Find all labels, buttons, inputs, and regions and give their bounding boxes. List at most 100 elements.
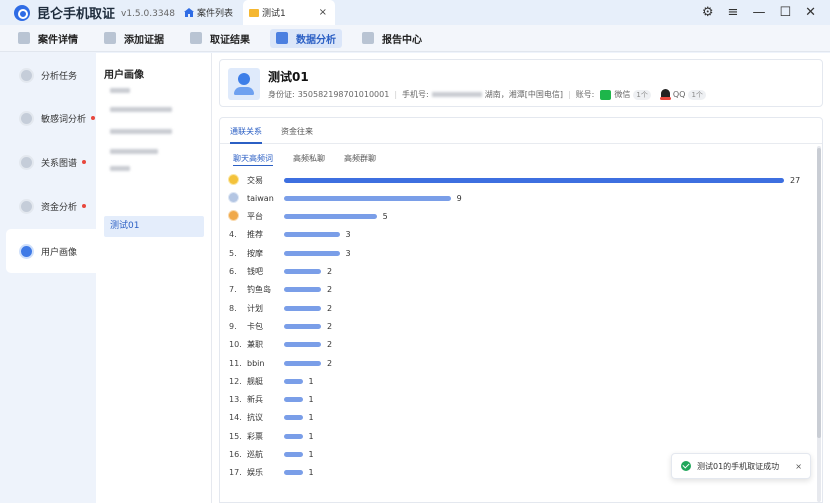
data-analysis-label: 数据分析 — [296, 34, 336, 46]
frequency-value: 27 — [790, 175, 801, 185]
settings-icon[interactable]: ⚙ — [702, 5, 714, 20]
frequency-bar — [284, 397, 303, 403]
notification-dot — [91, 116, 96, 120]
rank-number: 7. — [229, 285, 237, 295]
frequency-value: 1 — [308, 413, 314, 423]
frequency-bar — [284, 269, 322, 274]
word-label: 卡包 — [247, 321, 263, 331]
id-value: 350582198701010001 — [297, 90, 390, 99]
redacted-user[interactable] — [110, 107, 172, 112]
app-name: 昆仑手机取证 — [37, 7, 116, 22]
word-row: 11. bbin 2 — [229, 356, 332, 370]
rank-number: 13. — [229, 395, 242, 405]
maximize-icon[interactable]: ☐ — [779, 5, 791, 20]
word-label: 钱吧 — [247, 267, 263, 276]
wechat-account-badge[interactable]: 微信 1个 — [600, 89, 651, 100]
data-analysis-icon — [276, 32, 288, 44]
qq-icon — [659, 89, 671, 100]
notification-dot — [82, 204, 87, 208]
word-row: 13. 新兵 1 — [229, 393, 314, 407]
tab-close-icon[interactable]: × — [319, 7, 327, 18]
rank-medal — [229, 174, 247, 186]
user-list-item-selected[interactable]: 测试01 — [104, 216, 204, 237]
phone-label: 手机号: — [402, 90, 429, 99]
frequency-bar — [284, 305, 322, 311]
active-subtab-indicator — [233, 165, 273, 166]
phone-location: 湖南，湘潭[中国电信] — [484, 90, 563, 99]
redacted-user[interactable] — [110, 149, 158, 154]
rank-number: 17. — [229, 468, 242, 478]
menu-icon[interactable]: ≡ — [728, 5, 739, 20]
rank-medal — [229, 211, 247, 222]
frequency-bar — [284, 360, 322, 366]
task-icon — [19, 67, 34, 83]
frequency-value: 1 — [308, 431, 314, 441]
word-label: 新兵 — [247, 395, 263, 405]
frequency-bar — [284, 195, 451, 201]
word-label: 抗议 — [247, 413, 263, 423]
word-label: taiwan — [247, 193, 274, 203]
sidebar-item-label: 分析任务 — [41, 71, 78, 82]
data-analysis-button[interactable]: 数据分析 — [270, 28, 342, 48]
case-detail-button[interactable]: 案件详情 — [12, 29, 84, 48]
tab-fund-flow[interactable]: 资金往来 — [281, 126, 313, 137]
frequency-value: 1 — [308, 450, 314, 459]
fund-analysis-icon — [19, 198, 34, 214]
sidebar-item-user-profile[interactable]: 用户画像 — [6, 229, 96, 273]
minimize-icon[interactable]: — — [752, 5, 765, 20]
rank-number: 4. — [229, 230, 237, 240]
add-evidence-label: 添加证据 — [124, 34, 164, 46]
redacted-user[interactable] — [110, 88, 130, 93]
rank-number: 14. — [229, 413, 242, 423]
word-label: 兼职 — [247, 340, 263, 350]
sidebar-item-fund-analysis[interactable]: 资金分析 — [6, 184, 96, 228]
subtab-chat-words[interactable]: 聊天高频词 — [233, 153, 273, 164]
report-center-label: 报告中心 — [382, 34, 422, 46]
sidebar-item-analysis-task[interactable]: 分析任务 — [6, 53, 96, 97]
close-icon[interactable]: ✕ — [805, 5, 816, 20]
word-row: 16. 巡航 1 — [229, 448, 314, 462]
tab-contact-relation[interactable]: 通联关系 — [230, 126, 262, 137]
word-label: 推荐 — [247, 230, 263, 240]
user-profile-icon — [19, 243, 34, 259]
sidebar-item-label: 敏感词分析 — [41, 114, 87, 125]
toast-message: 测试01的手机取证成功 — [697, 461, 780, 471]
sidebar-item-relation-graph[interactable]: 关系图谱 — [6, 140, 96, 184]
forensic-result-button[interactable]: 取证结果 — [184, 29, 256, 48]
word-label: 交易 — [247, 175, 263, 185]
frequency-value: 2 — [327, 340, 333, 350]
redacted-user[interactable] — [110, 129, 172, 134]
tab-case-list[interactable]: 案件列表 — [184, 6, 233, 19]
sidebar-item-label: 关系图谱 — [41, 158, 78, 169]
qq-count: 1个 — [688, 89, 706, 100]
sidebar-item-sensitive-words[interactable]: 敏感词分析 — [6, 96, 96, 140]
frequency-bar — [284, 287, 322, 293]
subtab-group-chats[interactable]: 高频群聊 — [344, 153, 376, 164]
redacted-user[interactable] — [110, 166, 130, 171]
scrollbar-thumb[interactable] — [817, 148, 821, 438]
word-row: 7. 钓鱼岛 2 — [229, 283, 332, 297]
toast-close-icon[interactable]: × — [795, 462, 802, 471]
folder-icon — [249, 8, 260, 17]
frequency-bar — [284, 378, 303, 384]
frequency-value: 3 — [345, 248, 351, 258]
word-row: 5. 按摩 3 — [229, 246, 351, 260]
word-row: 10. 兼职 2 — [229, 338, 332, 352]
frequency-bar — [284, 433, 303, 439]
add-evidence-button[interactable]: 添加证据 — [98, 29, 170, 48]
bronze-medal-icon — [229, 211, 238, 221]
window-controls: ⚙ ≡ — ☐ ✕ — [702, 0, 816, 25]
title-bar: 昆仑手机取证 v1.5.0.3348 案件列表 测试1 × ⚙ ≡ — ☐ ✕ — [0, 0, 830, 25]
word-row: 8. 计划 2 — [229, 301, 332, 315]
user-list-panel: 用户画像 测试01 — [96, 53, 212, 503]
word-row: 15. 彩票 1 — [229, 429, 314, 443]
report-center-button[interactable]: 报告中心 — [356, 29, 428, 48]
word-label: 平台 — [247, 212, 263, 222]
qq-account-badge[interactable]: QQ 1个 — [659, 89, 706, 100]
tab-case-test1[interactable]: 测试1 × — [243, 0, 336, 25]
subtab-private-chats[interactable]: 高频私聊 — [293, 153, 325, 164]
sidebar-item-label: 资金分析 — [41, 202, 78, 213]
user-list-title: 用户画像 — [104, 70, 144, 81]
frequency-value: 9 — [456, 193, 462, 203]
word-label: 舰艇 — [247, 376, 263, 386]
